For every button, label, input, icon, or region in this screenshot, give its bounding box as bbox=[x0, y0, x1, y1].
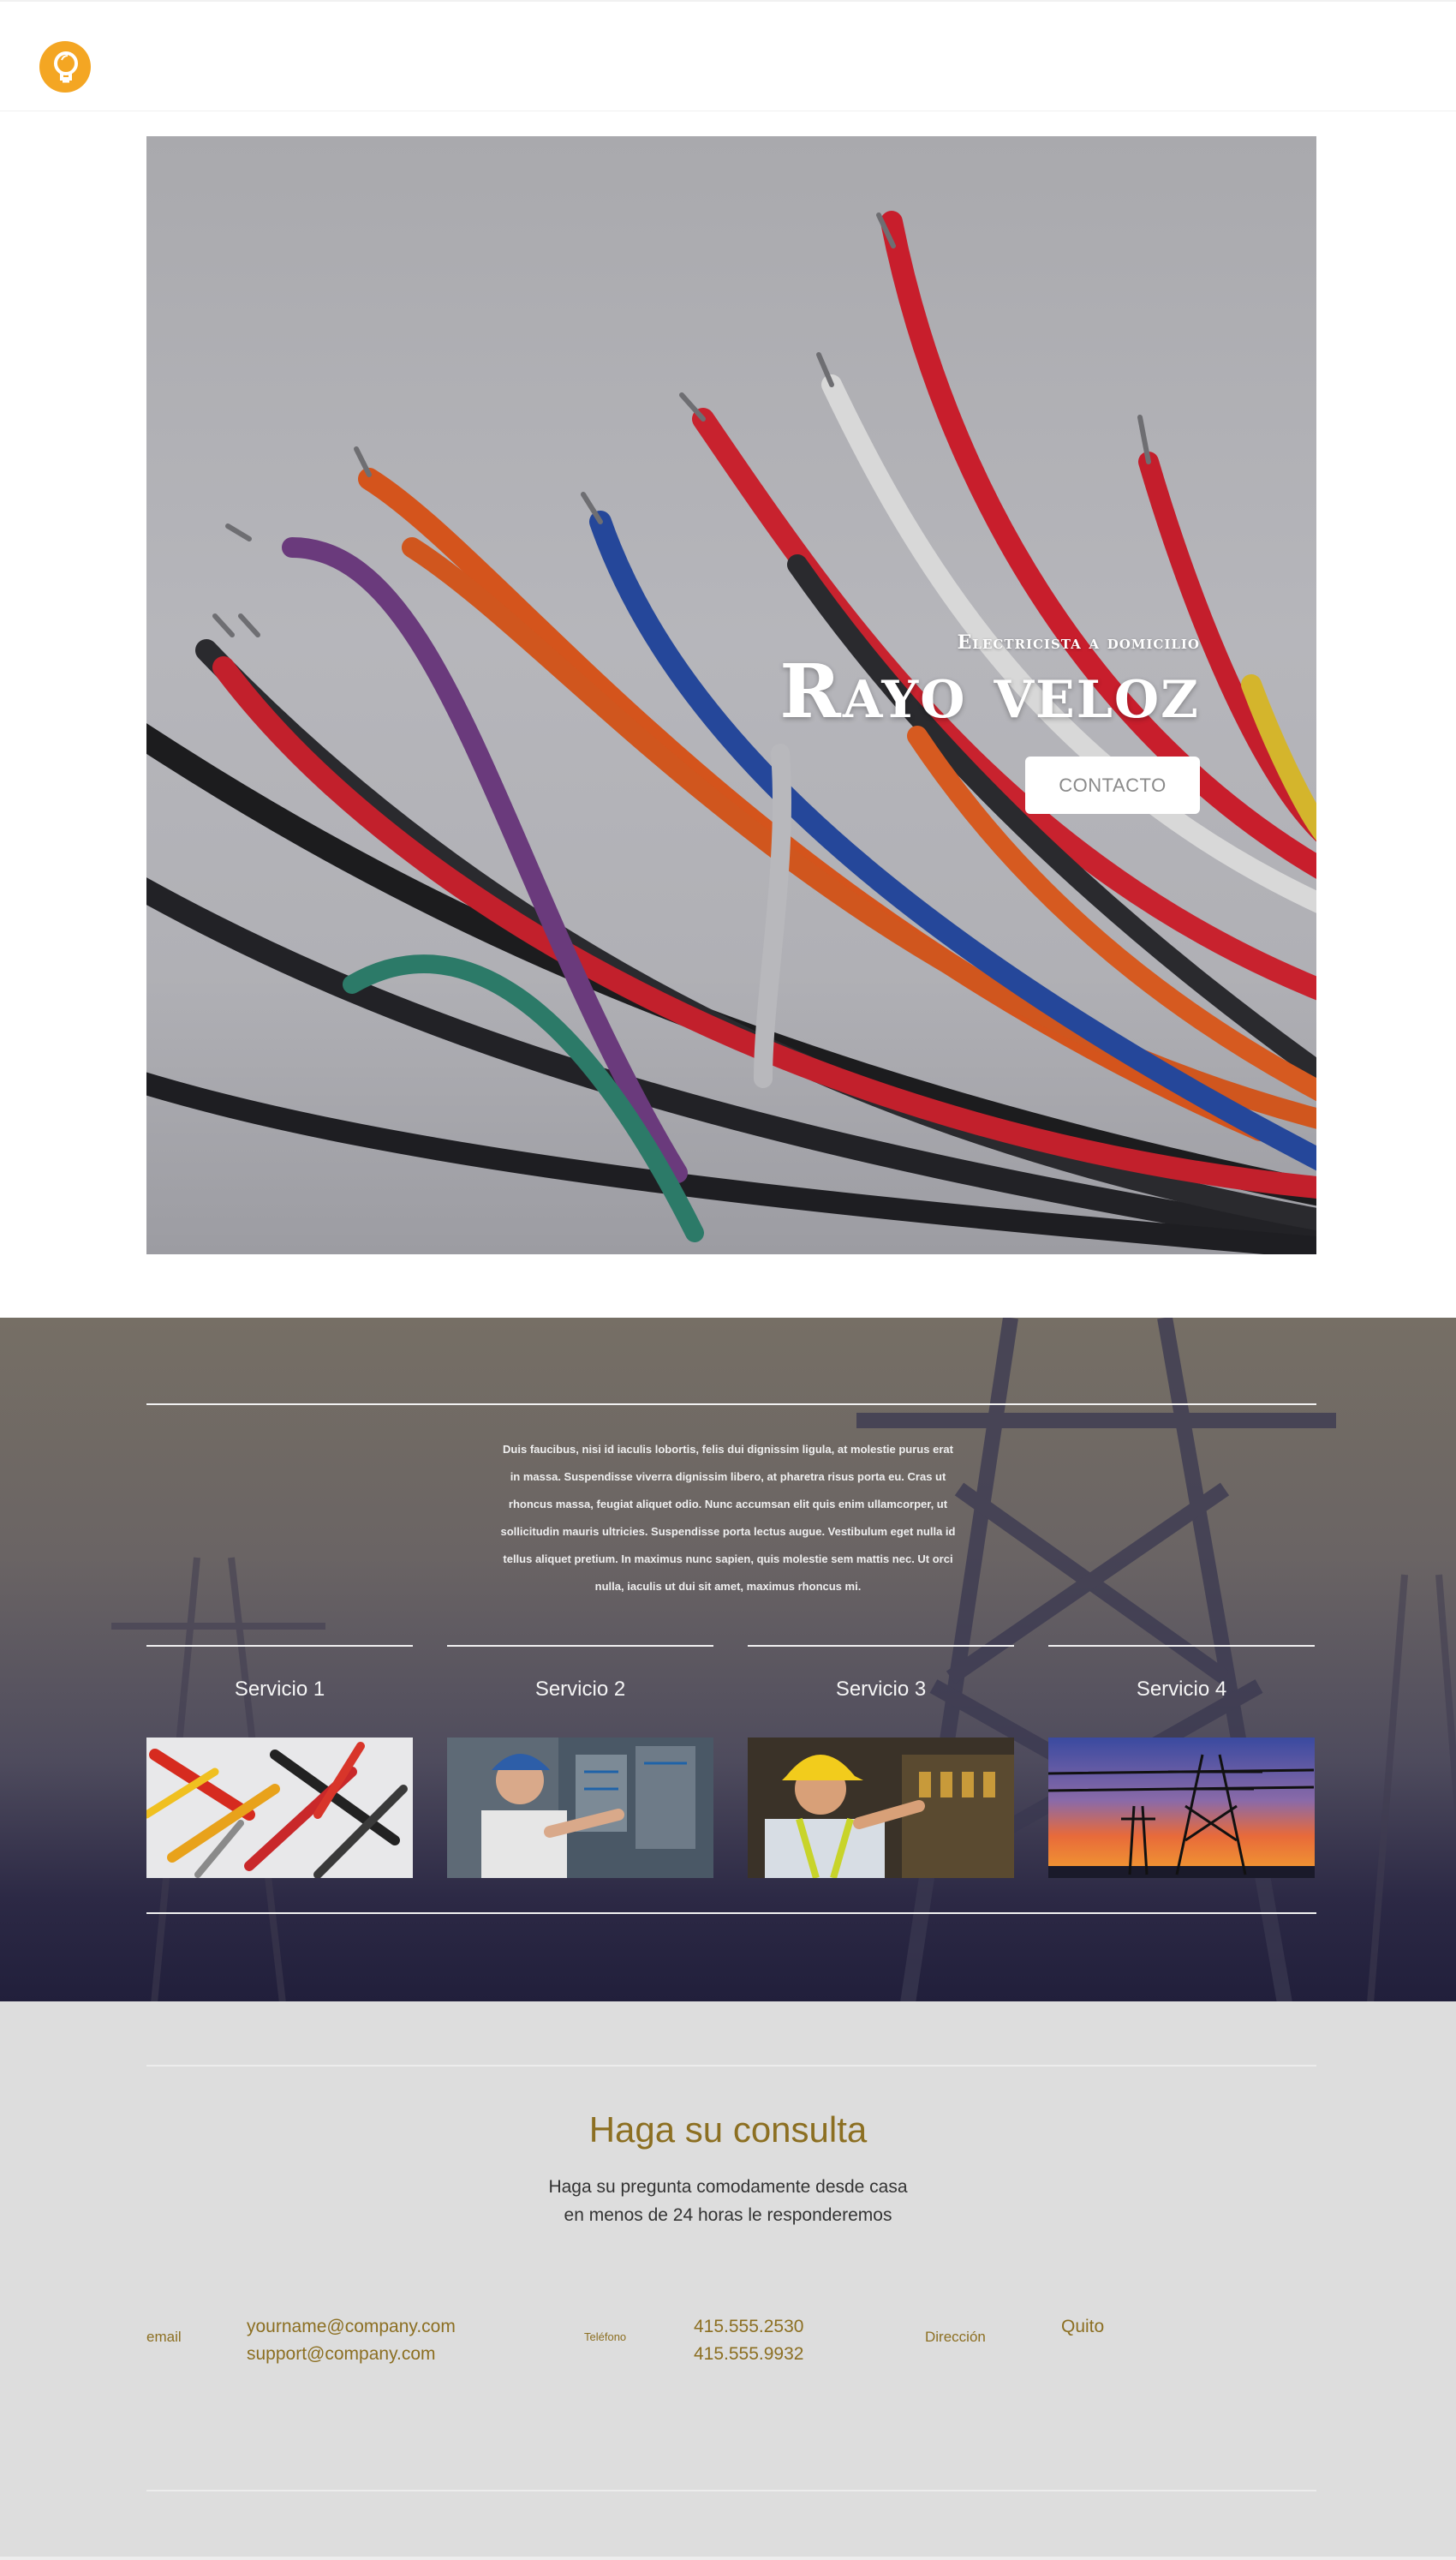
phone-label: Teléfono bbox=[584, 2330, 627, 2343]
contact-subtitle-line: Haga su pregunta comodamente desde casa bbox=[548, 2177, 908, 2197]
divider bbox=[146, 2065, 1316, 2067]
divider bbox=[1048, 1645, 1315, 1647]
services-section: Duis faucibus, nisi id iaculis lobortis,… bbox=[0, 1318, 1456, 2001]
phone-number[interactable]: 415.555.2530 bbox=[694, 2313, 803, 2341]
contact-subtitle: Haga su pregunta comodamente desde casa … bbox=[0, 2173, 1456, 2229]
address-label: Dirección bbox=[925, 2329, 986, 2345]
email-list: yourname@company.com support@company.com bbox=[247, 2313, 456, 2368]
divider bbox=[146, 1912, 1316, 1914]
divider bbox=[146, 1645, 413, 1647]
service-card[interactable]: Servicio 2 bbox=[447, 1645, 713, 1878]
divider bbox=[146, 1403, 1316, 1405]
services-intro: Duis faucibus, nisi id iaculis lobortis,… bbox=[500, 1443, 956, 1593]
contact-title: Haga su consulta bbox=[588, 2109, 868, 2150]
email-link[interactable]: yourname@company.com bbox=[247, 2313, 456, 2341]
service-card[interactable]: Servicio 1 bbox=[146, 1645, 413, 1878]
phone-number[interactable]: 415.555.9932 bbox=[694, 2341, 803, 2368]
address-value: Quito bbox=[1061, 2317, 1105, 2336]
divider bbox=[146, 2490, 1316, 2491]
contact-section: Haga su consulta Haga su pregunta comoda… bbox=[0, 2001, 1456, 2560]
contact-button[interactable]: CONTACTO bbox=[1025, 757, 1200, 814]
email-label: email bbox=[146, 2329, 182, 2345]
contact-subtitle-line: en menos de 24 horas le responderemos bbox=[564, 2205, 892, 2225]
power-lines-sunset-image[interactable] bbox=[1048, 1738, 1315, 1878]
divider bbox=[447, 1645, 713, 1647]
service-title[interactable]: Servicio 1 bbox=[146, 1678, 413, 1703]
site-header bbox=[0, 0, 1456, 111]
service-card[interactable]: Servicio 4 bbox=[1048, 1645, 1315, 1878]
email-link[interactable]: support@company.com bbox=[247, 2341, 456, 2368]
tools-image[interactable] bbox=[146, 1738, 413, 1878]
service-title[interactable]: Servicio 2 bbox=[447, 1678, 713, 1703]
hero-title: Rayo veloz bbox=[779, 649, 1200, 735]
service-title[interactable]: Servicio 3 bbox=[748, 1678, 1014, 1703]
electrician-helmet-image[interactable] bbox=[748, 1738, 1014, 1878]
lightbulb-icon[interactable] bbox=[39, 41, 91, 93]
phone-list: 415.555.2530 415.555.9932 bbox=[694, 2313, 803, 2368]
service-card[interactable]: Servicio 3 bbox=[748, 1645, 1014, 1878]
service-title[interactable]: Servicio 4 bbox=[1048, 1678, 1315, 1703]
electrician-panel-image[interactable] bbox=[447, 1738, 713, 1878]
hero-banner: Electricista a domicilio Rayo veloz CONT… bbox=[146, 136, 1316, 1254]
hero-text: Electricista a domicilio Rayo veloz bbox=[779, 631, 1200, 731]
footer-divider bbox=[0, 2557, 1456, 2560]
divider bbox=[748, 1645, 1014, 1647]
